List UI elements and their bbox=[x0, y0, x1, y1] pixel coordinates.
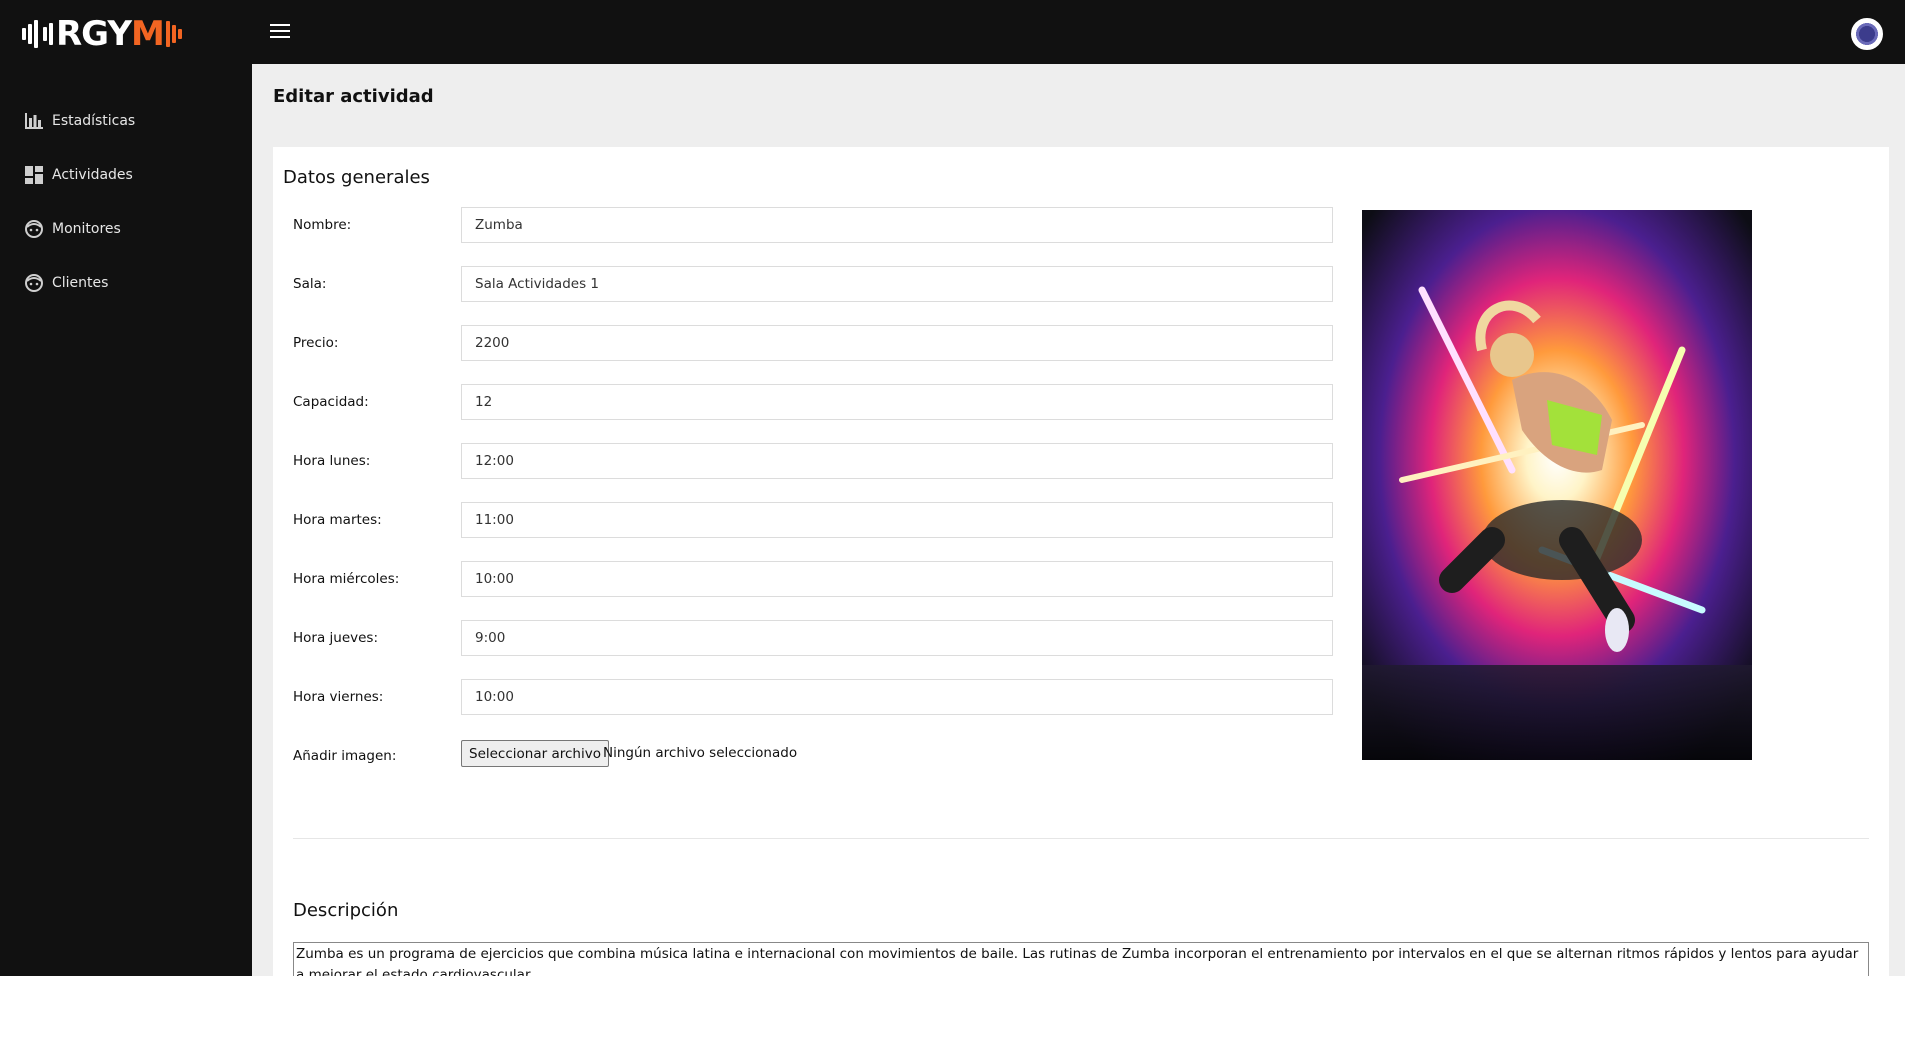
page-title: Editar actividad bbox=[273, 86, 434, 107]
field-row-capacidad: Capacidad: bbox=[293, 384, 1333, 420]
sidebar-item-estadisticas[interactable]: Estadísticas bbox=[24, 109, 135, 133]
hora-martes-input[interactable] bbox=[461, 502, 1333, 538]
field-label: Sala: bbox=[293, 276, 327, 292]
bar-chart-icon bbox=[25, 113, 43, 129]
edit-activity-card: Datos generales Nombre: Sala: Precio: Ca… bbox=[273, 147, 1889, 976]
logo-text: RGYM bbox=[56, 14, 165, 54]
field-label: Precio: bbox=[293, 335, 339, 351]
hamburger-icon[interactable] bbox=[270, 24, 290, 40]
face-icon bbox=[25, 220, 43, 238]
field-row-hora-viernes: Hora viernes: bbox=[293, 679, 1333, 715]
description-textarea[interactable]: Zumba es un programa de ejercicios que c… bbox=[293, 942, 1869, 976]
sidebar-item-label: Estadísticas bbox=[52, 113, 136, 129]
app-logo[interactable]: RGYM bbox=[22, 16, 185, 52]
field-row-hora-martes: Hora martes: bbox=[293, 502, 1333, 538]
sidebar: Estadísticas Actividades Monitores Clien… bbox=[2, 64, 252, 976]
field-row-sala: Sala: bbox=[293, 266, 1333, 302]
face-icon bbox=[25, 274, 43, 292]
main-content: Editar actividad Datos generales Nombre:… bbox=[254, 64, 1905, 976]
image-upload-label: Añadir imagen: bbox=[293, 748, 397, 764]
sidebar-item-clientes[interactable]: Clientes bbox=[24, 271, 108, 295]
hora-lunes-input[interactable] bbox=[461, 443, 1333, 479]
general-data-title: Datos generales bbox=[283, 167, 430, 188]
field-label: Nombre: bbox=[293, 217, 352, 233]
sidebar-item-actividades[interactable]: Actividades bbox=[24, 163, 133, 187]
logo-text-accent: M bbox=[130, 14, 165, 54]
sidebar-item-monitores[interactable]: Monitores bbox=[24, 217, 121, 241]
user-avatar-icon[interactable] bbox=[1851, 18, 1883, 50]
hora-viernes-input[interactable] bbox=[461, 679, 1333, 715]
nombre-input[interactable] bbox=[461, 207, 1333, 243]
field-row-hora-miercoles: Hora miércoles: bbox=[293, 561, 1333, 597]
field-label: Hora miércoles: bbox=[293, 571, 400, 587]
logo-equalizer-icon bbox=[22, 20, 38, 48]
field-row-hora-jueves: Hora jueves: bbox=[293, 620, 1333, 656]
sidebar-item-label: Actividades bbox=[52, 167, 133, 183]
capacidad-input[interactable] bbox=[461, 384, 1333, 420]
sidebar-item-label: Monitores bbox=[52, 221, 121, 237]
activity-image bbox=[1362, 210, 1752, 760]
section-divider bbox=[293, 838, 1869, 839]
field-row-hora-lunes: Hora lunes: bbox=[293, 443, 1333, 479]
field-label: Capacidad: bbox=[293, 394, 369, 410]
file-status-text: Ningún archivo seleccionado bbox=[603, 745, 798, 761]
field-label: Hora viernes: bbox=[293, 689, 384, 705]
select-file-button[interactable]: Seleccionar archivo bbox=[461, 740, 609, 767]
logo-dumbbell-icon bbox=[165, 21, 182, 47]
hora-miercoles-input[interactable] bbox=[461, 561, 1333, 597]
dashboard-grid-icon bbox=[25, 166, 43, 184]
field-label: Hora jueves: bbox=[293, 630, 379, 646]
field-row-nombre: Nombre: bbox=[293, 207, 1333, 243]
field-label: Hora martes: bbox=[293, 512, 382, 528]
sala-input[interactable] bbox=[461, 266, 1333, 302]
top-bar: RGYM bbox=[2, 0, 1905, 64]
description-title: Descripción bbox=[293, 900, 399, 921]
logo-equalizer-icon-2 bbox=[43, 23, 53, 45]
logo-text-main: RGY bbox=[56, 14, 132, 54]
hora-jueves-input[interactable] bbox=[461, 620, 1333, 656]
precio-input[interactable] bbox=[461, 325, 1333, 361]
app-window: RGYM Estadísticas Actividades Monitores … bbox=[0, 0, 1905, 976]
field-row-precio: Precio: bbox=[293, 325, 1333, 361]
zumba-dancer-image bbox=[1362, 210, 1752, 760]
sidebar-item-label: Clientes bbox=[52, 275, 109, 291]
field-label: Hora lunes: bbox=[293, 453, 371, 469]
